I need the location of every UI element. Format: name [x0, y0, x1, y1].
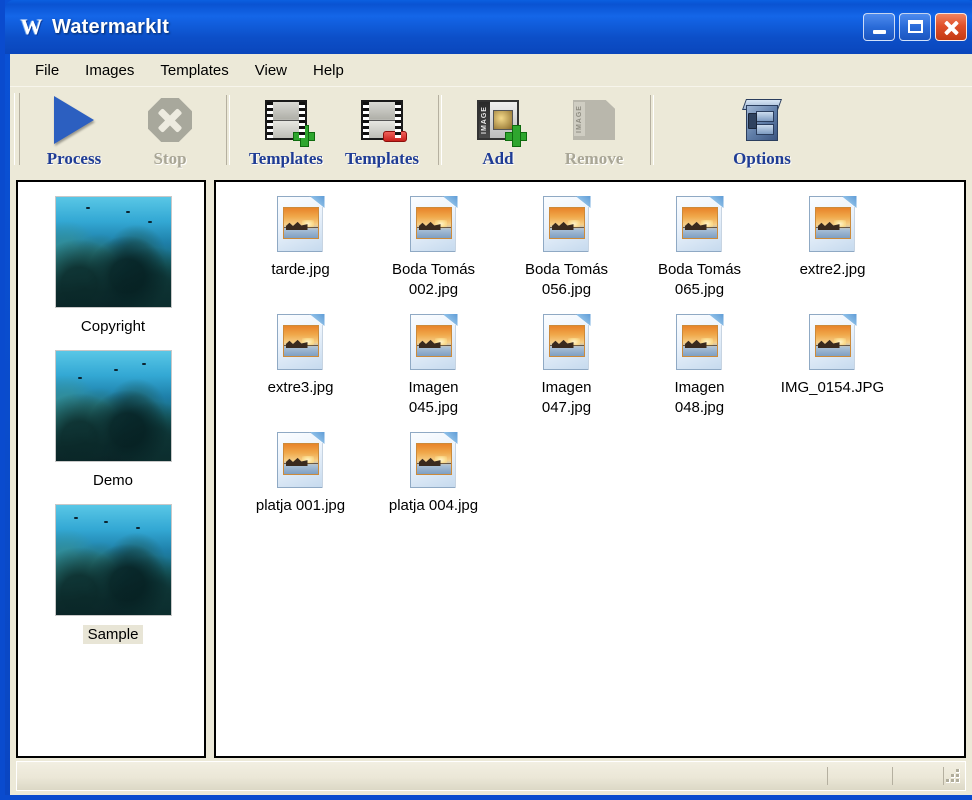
file-item[interactable]: tarde.jpg — [234, 196, 367, 300]
templates-panel: Copyright Demo Sample — [16, 180, 206, 758]
panels-container: Copyright Demo Sample tarde.jpg Boda Tom… — [16, 180, 966, 758]
toolbar: Process Stop Templates Templates IMAGE A… — [10, 86, 972, 179]
minimize-button[interactable] — [863, 13, 895, 41]
jpeg-file-icon — [276, 314, 325, 372]
file-name-label: platja 001.jpg — [255, 497, 346, 514]
stop-button-label: Stop — [153, 149, 187, 168]
toolbar-grip[interactable] — [14, 93, 20, 165]
jpeg-file-icon — [276, 432, 325, 490]
window-title: WatermarkIt — [52, 15, 170, 38]
toolbar-separator-2 — [438, 95, 442, 165]
menu-item-file[interactable]: File — [22, 58, 72, 83]
menu-item-view[interactable]: View — [242, 58, 300, 83]
status-pane-main — [17, 767, 828, 785]
remove-template-button[interactable]: Templates — [334, 87, 430, 171]
menu-item-help[interactable]: Help — [300, 58, 357, 83]
file-item[interactable]: Imagen 048.jpg — [633, 314, 766, 418]
stop-octagon-icon — [148, 93, 192, 147]
file-name-label: tarde.jpg — [271, 261, 330, 278]
template-item-label: Copyright — [80, 318, 146, 335]
toolbar-separator — [226, 95, 230, 165]
jpeg-file-icon — [808, 314, 857, 372]
file-item[interactable]: extre2.jpg — [766, 196, 899, 300]
file-grid: tarde.jpg Boda Tomás 002.jpg Boda Tomás … — [216, 182, 964, 530]
file-item[interactable]: extre3.jpg — [234, 314, 367, 418]
jpeg-file-icon — [808, 196, 857, 254]
image-add-icon: IMAGE — [477, 93, 527, 147]
file-item[interactable]: Boda Tomás 065.jpg — [633, 196, 766, 300]
file-name-label: Boda Tomás 002.jpg — [391, 261, 476, 298]
file-item[interactable]: Boda Tomás 056.jpg — [500, 196, 633, 300]
file-name-label: extre3.jpg — [267, 379, 334, 396]
template-item-sample[interactable]: Sample — [18, 504, 204, 644]
jpeg-file-icon — [542, 314, 591, 372]
jpeg-file-icon — [409, 432, 458, 490]
filing-cabinet-icon — [741, 93, 783, 147]
file-item[interactable]: platja 004.jpg — [367, 432, 500, 516]
film-remove-icon — [361, 93, 407, 147]
options-button[interactable]: Options — [714, 87, 810, 171]
jpeg-file-icon — [675, 196, 724, 254]
jpeg-file-icon — [409, 196, 458, 254]
jpeg-file-icon — [409, 314, 458, 372]
window-controls — [863, 13, 967, 41]
file-item[interactable]: Boda Tomás 002.jpg — [367, 196, 500, 300]
process-button-label: Process — [46, 149, 102, 168]
status-pane-secondary — [828, 767, 893, 785]
coral-reef-thumbnail — [54, 504, 172, 616]
file-item[interactable]: Imagen 047.jpg — [500, 314, 633, 418]
application-window: W WatermarkIt File Images Templates View… — [0, 0, 972, 800]
file-item[interactable]: platja 001.jpg — [234, 432, 367, 516]
files-panel[interactable]: tarde.jpg Boda Tomás 002.jpg Boda Tomás … — [214, 180, 966, 758]
template-item-copyright[interactable]: Copyright — [18, 196, 204, 336]
add-template-label: Templates — [249, 149, 323, 168]
maximize-button[interactable] — [899, 13, 931, 41]
close-button[interactable] — [935, 13, 967, 41]
template-item-demo[interactable]: Demo — [18, 350, 204, 490]
options-button-label: Options — [733, 149, 791, 168]
stop-button[interactable]: Stop — [122, 87, 218, 171]
status-pane-tertiary — [893, 767, 944, 785]
template-item-label: Demo — [92, 472, 133, 489]
status-bar — [16, 761, 966, 791]
file-item[interactable]: Imagen 045.jpg — [367, 314, 500, 418]
file-name-label: Imagen 048.jpg — [674, 379, 725, 416]
file-name-label: Imagen 045.jpg — [408, 379, 459, 416]
template-item-label: Sample — [82, 625, 144, 644]
file-item[interactable]: IMG_0154.JPG — [766, 314, 899, 418]
remove-image-label: Remove — [564, 149, 624, 168]
file-name-label: extre2.jpg — [799, 261, 866, 278]
play-triangle-icon — [54, 93, 94, 147]
remove-image-button[interactable]: IMAGE Remove — [546, 87, 642, 171]
jpeg-file-icon — [542, 196, 591, 254]
process-button[interactable]: Process — [26, 87, 122, 171]
jpeg-file-icon — [276, 196, 325, 254]
file-name-label: IMG_0154.JPG — [780, 379, 885, 396]
image-remove-icon: IMAGE — [573, 93, 615, 147]
coral-reef-thumbnail — [54, 350, 172, 462]
file-name-label: Boda Tomás 056.jpg — [524, 261, 609, 298]
file-name-label: Boda Tomás 065.jpg — [657, 261, 742, 298]
add-template-button[interactable]: Templates — [238, 87, 334, 171]
toolbar-separator-3 — [650, 95, 654, 165]
jpeg-file-icon — [675, 314, 724, 372]
film-add-icon — [265, 93, 315, 147]
title-bar: W WatermarkIt — [5, 0, 972, 54]
file-name-label: Imagen 047.jpg — [541, 379, 592, 416]
add-image-label: Add — [482, 149, 514, 168]
app-logo-icon: W — [20, 14, 43, 39]
add-image-button[interactable]: IMAGE Add — [450, 87, 546, 171]
coral-reef-thumbnail — [54, 196, 172, 308]
menu-bar: File Images Templates View Help — [10, 54, 972, 86]
resize-grip-icon[interactable] — [944, 767, 962, 785]
menu-item-templates[interactable]: Templates — [147, 58, 241, 83]
file-name-label: platja 004.jpg — [388, 497, 479, 514]
menu-item-images[interactable]: Images — [72, 58, 147, 83]
client-area: File Images Templates View Help Process … — [10, 54, 972, 795]
remove-template-label: Templates — [345, 149, 419, 168]
